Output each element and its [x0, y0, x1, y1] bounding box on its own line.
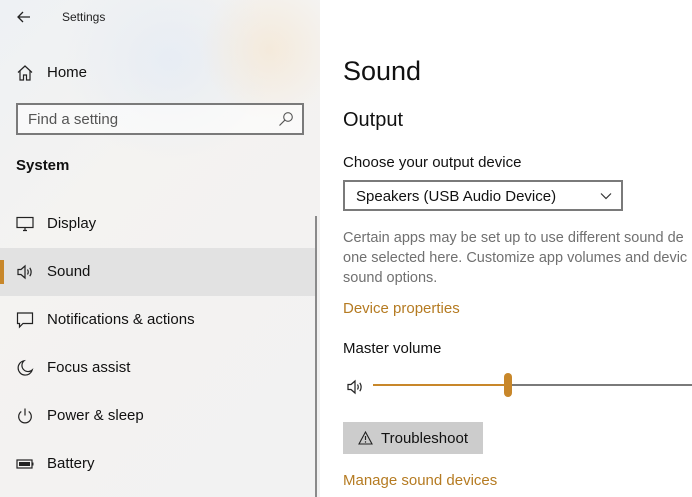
sidebar-item-label: Sound	[47, 263, 91, 280]
output-device-dropdown[interactable]: Speakers (USB Audio Device)	[343, 180, 623, 211]
warning-icon	[358, 431, 373, 445]
output-device-label: Choose your output device	[343, 154, 522, 171]
description-line: one selected here. Customize app volumes…	[343, 250, 688, 266]
nav-home[interactable]: Home	[0, 56, 316, 90]
sidebar: Settings Home System Display Sound	[0, 0, 320, 497]
app-title: Settings	[62, 10, 106, 24]
back-button[interactable]	[12, 6, 36, 28]
section-title: System	[16, 157, 70, 174]
description-line: sound options.	[343, 270, 438, 286]
sidebar-item-battery[interactable]: Battery	[0, 440, 316, 488]
sidebar-item-label: Battery	[47, 455, 95, 472]
sidebar-item-display[interactable]: Display	[0, 200, 316, 248]
slider-fill	[373, 384, 508, 386]
description-line: Certain apps may be set up to use differ…	[343, 230, 684, 246]
troubleshoot-button[interactable]: Troubleshoot	[343, 422, 483, 454]
sidebar-item-focus-assist[interactable]: Focus assist	[0, 344, 316, 392]
chevron-down-icon	[600, 193, 612, 200]
sidebar-item-label: Display	[47, 215, 97, 232]
power-icon	[18, 408, 32, 424]
search-box[interactable]	[16, 103, 304, 135]
speaker-icon	[17, 264, 32, 280]
speaker-icon[interactable]	[346, 378, 366, 396]
title-bar: Settings	[0, 0, 320, 34]
sidebar-item-power-sleep[interactable]: Power & sleep	[0, 392, 316, 440]
master-volume-slider[interactable]	[373, 373, 692, 399]
slider-thumb[interactable]	[504, 373, 512, 397]
battery-icon	[16, 459, 34, 469]
master-volume-label: Master volume	[343, 340, 442, 357]
search-input[interactable]	[18, 105, 272, 133]
sidebar-item-sound[interactable]: Sound	[0, 248, 316, 296]
output-heading: Output	[343, 109, 404, 131]
sidebar-item-label: Focus assist	[47, 359, 131, 376]
main-content: Sound Output Choose your output device S…	[320, 0, 692, 497]
selection-indicator	[0, 260, 4, 284]
device-properties-link[interactable]: Device properties	[343, 300, 460, 317]
sidebar-item-label: Power & sleep	[47, 407, 144, 424]
nav-home-label: Home	[47, 64, 88, 81]
display-icon	[16, 216, 34, 232]
moon-icon	[17, 359, 34, 376]
home-icon	[17, 65, 33, 81]
manage-sound-devices-link[interactable]: Manage sound devices	[343, 472, 497, 489]
sidebar-item-label: Notifications & actions	[47, 311, 195, 328]
troubleshoot-label: Troubleshoot	[381, 430, 468, 447]
back-arrow-icon	[17, 11, 30, 23]
output-description: Certain apps may be set up to use differ…	[343, 228, 692, 288]
page-title: Sound	[343, 56, 422, 86]
search-icon	[279, 112, 293, 126]
notification-icon	[16, 312, 34, 329]
sidebar-scrollbar[interactable]	[315, 216, 317, 497]
output-device-value: Speakers (USB Audio Device)	[356, 188, 557, 205]
sidebar-item-notifications[interactable]: Notifications & actions	[0, 296, 316, 344]
